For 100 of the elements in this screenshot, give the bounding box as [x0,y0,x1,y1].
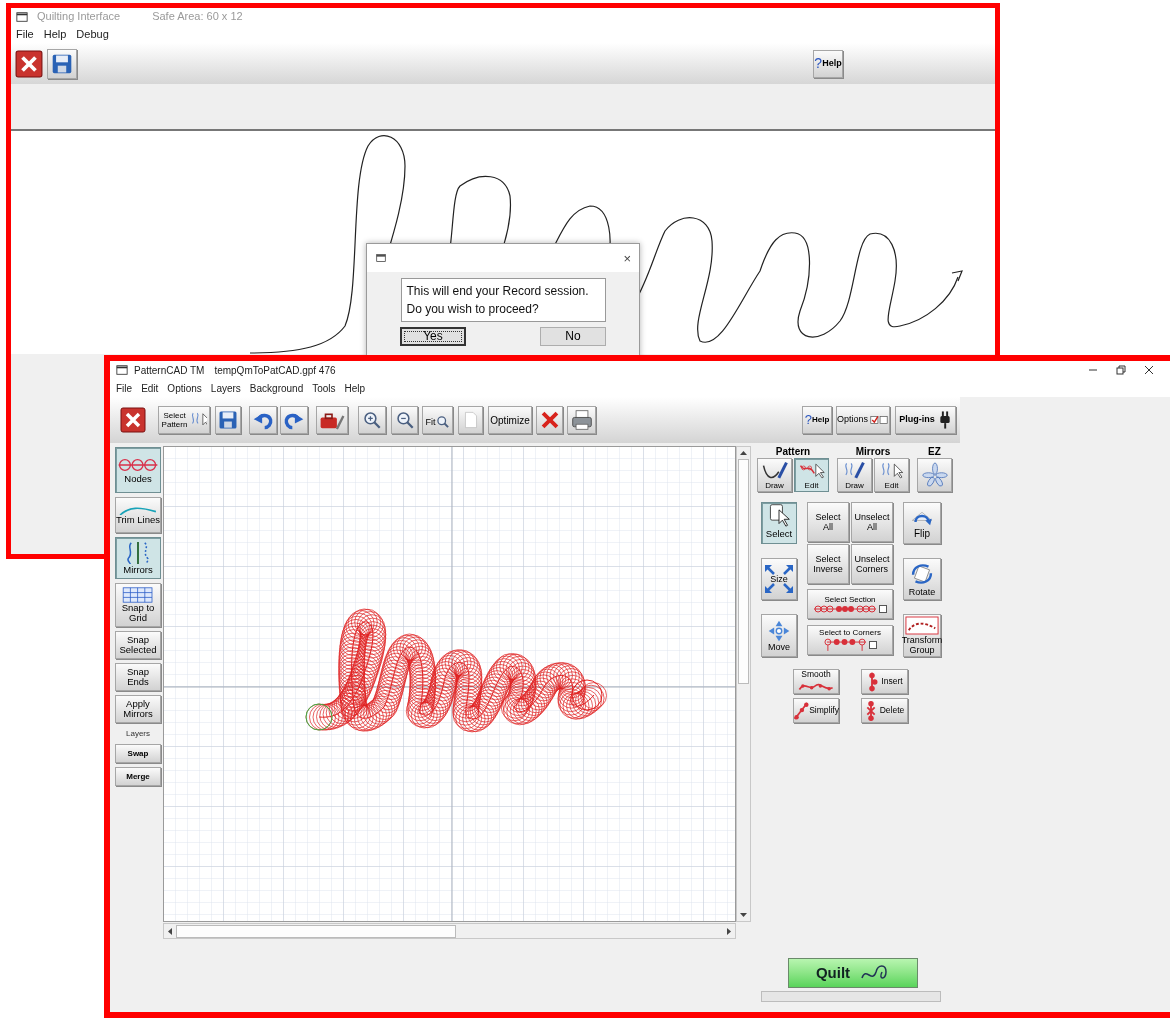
zoom-in-button[interactable] [358,406,386,434]
node-chain-icon [116,456,160,474]
save-button[interactable] [215,406,241,434]
layers-label: Layers [126,728,150,740]
mode-button[interactable]: Edit [794,458,829,492]
menu-item[interactable]: Debug [75,25,110,43]
optimize-button[interactable]: Optimize [488,406,532,434]
tool-button[interactable]: Trim Lines [115,497,161,533]
close-icon [120,407,146,433]
mode-button[interactable] [917,458,952,492]
options-button[interactable]: Options [836,406,890,434]
checkbox[interactable] [879,604,887,613]
window-icon [116,364,128,376]
dialog-message: This will end your Record session. Do you wish to proceed? [400,278,606,322]
fit-button[interactable]: Fit [422,406,453,434]
move-button[interactable]: Move [761,614,797,657]
select-pattern-button[interactable]: Select Pattern [158,406,210,434]
window-title: PatternCAD TM [134,363,205,378]
vertical-scrollbar[interactable] [736,446,751,922]
simplify-button[interactable]: Simplify [793,698,839,723]
tool-button[interactable]: Snap to Grid [115,583,161,627]
save-icon [218,410,238,430]
menu-item[interactable]: Options [167,380,202,396]
pen-curve-icon [761,461,788,481]
size-button[interactable]: Size [761,558,797,600]
mode-button[interactable]: Draw [837,458,872,492]
layer-button[interactable]: Merge [115,767,161,786]
tool-button[interactable]: Nodes [115,447,161,493]
rotate-arrows-icon [909,561,935,587]
select-section-button[interactable]: Select Section [807,589,893,619]
tool-button[interactable]: Mirrors [115,537,161,579]
drawing-canvas[interactable] [163,446,736,922]
select-option-button[interactable]: Unselect All [851,502,893,542]
window-title: Quilting Interface [37,9,121,25]
menu-item[interactable]: Edit [141,380,159,396]
menu-item[interactable]: Help [42,25,68,43]
close-icon [15,49,43,78]
plug-icon [937,410,952,430]
dialog-button[interactable]: No [540,327,606,346]
node-line-icon [793,700,810,721]
mode-button[interactable]: Draw [757,458,792,492]
save-button[interactable] [47,48,77,79]
select-option-button[interactable]: Select All [807,502,849,542]
scrollbar-thumb[interactable] [176,924,456,938]
menu-item[interactable]: Background [249,380,304,396]
group-label: Mirrors [855,446,891,458]
safe-area-label: Safe Area: 60 x 12 [152,9,243,25]
delete-node-button[interactable]: Delete [861,698,908,723]
zoom-in-icon [362,410,382,430]
arrows-icon [763,563,795,595]
file-name: tempQmToPatCAD.gpf 476 [214,363,336,378]
transform-group-button[interactable]: Transform Group [903,614,941,657]
flower-icon [921,462,948,490]
move-icon [768,619,790,642]
select-to-corners-button[interactable]: Select to Corners [807,625,893,655]
tool-button[interactable]: Snap Ends [115,663,161,691]
select-option-button[interactable]: Select Inverse [807,544,849,584]
select-button[interactable]: Select [761,502,797,544]
grid-icon [122,587,154,603]
restore-icon [1116,365,1126,375]
zoom-out-button[interactable] [391,406,418,434]
checkbox-icon [869,415,889,425]
close-icon [1144,365,1154,375]
node-delete-icon [864,699,877,722]
tool-button[interactable]: Snap Selected [115,631,161,659]
undo-button[interactable] [249,406,277,434]
layer-button[interactable]: Swap [115,744,161,763]
mode-button[interactable]: Edit [874,458,909,492]
select-option-button[interactable]: Unselect Corners [851,544,893,584]
rotate-button[interactable]: Rotate [903,558,941,600]
print-button[interactable] [567,406,596,434]
magnifier-icon [435,415,450,429]
quilt-button[interactable]: Quilt [788,958,918,988]
plug-ins-button[interactable]: Plug-ins [895,406,956,434]
tool-button[interactable]: Apply Mirrors [115,695,161,723]
menu-item[interactable]: File [15,25,35,43]
menu-item[interactable]: File [116,380,133,396]
flip-button[interactable]: Flip [903,502,941,544]
cross-icon [539,410,560,430]
close-button[interactable]: × [623,251,631,265]
node-chain-icon [813,603,877,614]
toolbox-button[interactable] [316,406,348,434]
menu-item[interactable]: Tools [312,380,336,396]
curve-frame-icon [905,616,939,635]
menu-item[interactable]: Layers [210,380,241,396]
node-cursor-icon [798,461,825,481]
horizontal-scrollbar[interactable] [163,923,736,939]
node-chain-icon [823,637,867,652]
cursor-icon [767,502,791,527]
menu-item[interactable]: Help [344,380,366,396]
checkbox[interactable] [869,640,877,649]
insert-button[interactable]: Insert [861,669,908,694]
smooth-button[interactable]: Smooth [793,669,839,694]
node-insert-icon [866,670,879,693]
save-icon [51,52,73,75]
delete-button[interactable] [536,406,563,434]
redo-button[interactable] [280,406,308,434]
dialog-button[interactable]: Yes [400,327,466,346]
scrollbar-thumb[interactable] [738,459,749,684]
group-label: Pattern [775,446,811,458]
